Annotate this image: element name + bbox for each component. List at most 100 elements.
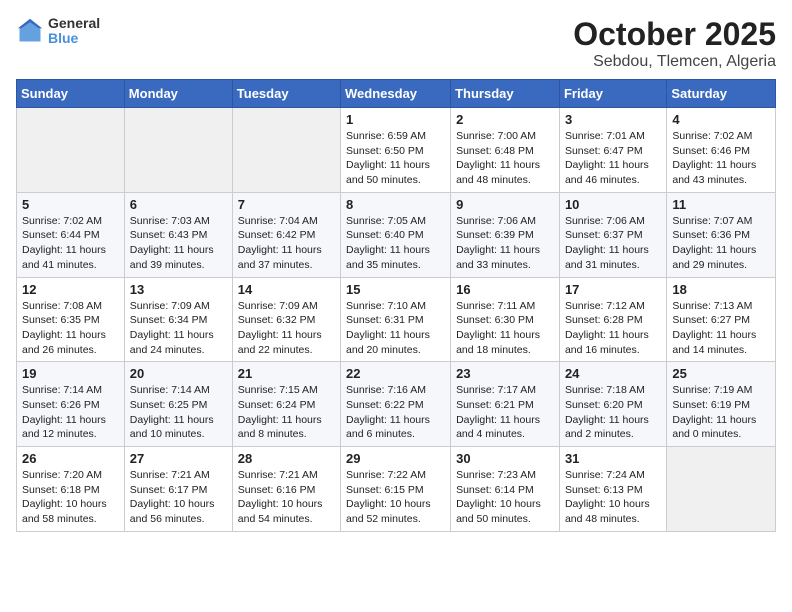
day-number: 1 [346,112,445,127]
day-info: Sunrise: 6:59 AM Sunset: 6:50 PM Dayligh… [346,129,445,188]
day-number: 30 [456,451,554,466]
day-number: 25 [672,366,770,381]
day-info: Sunrise: 7:12 AM Sunset: 6:28 PM Dayligh… [565,299,661,358]
calendar-cell [17,108,125,193]
calendar-cell: 26 Sunrise: 7:20 AM Sunset: 6:18 PM Dayli… [17,447,125,532]
weekday-header: Sunday [17,80,125,108]
calendar-cell: 14Sunrise: 7:09 AM Sunset: 6:32 PM Dayli… [232,277,340,362]
day-number: 6 [130,197,227,212]
day-info: Sunrise: 7:00 AM Sunset: 6:48 PM Dayligh… [456,129,554,188]
calendar-title: October 2025 [573,16,776,53]
day-info: Sunrise: 7:02 AM Sunset: 6:44 PM Dayligh… [22,214,119,273]
day-info: Sunrise: 7:09 AM Sunset: 6:34 PM Dayligh… [130,299,227,358]
calendar-cell: 18Sunrise: 7:13 AM Sunset: 6:27 PM Dayli… [667,277,776,362]
calendar-cell: 30 Sunrise: 7:23 AM Sunset: 6:14 PM Dayli… [451,447,560,532]
calendar-cell: 23 Sunrise: 7:17 AM Sunset: 6:21 PM Dayli… [451,362,560,447]
day-info: Sunrise: 7:14 AM Sunset: 6:25 PM Dayligh… [130,383,227,442]
calendar-cell: 11Sunrise: 7:07 AM Sunset: 6:36 PM Dayli… [667,192,776,277]
day-info: Sunrise: 7:20 AM Sunset: 6:18 PM Dayligh… [22,468,119,527]
day-info: Sunrise: 7:03 AM Sunset: 6:43 PM Dayligh… [130,214,227,273]
calendar-cell: 21Sunrise: 7:15 AM Sunset: 6:24 PM Dayli… [232,362,340,447]
logo: General Blue [16,16,100,47]
calendar-cell: 6 Sunrise: 7:03 AM Sunset: 6:43 PM Daylig… [124,192,232,277]
day-number: 23 [456,366,554,381]
day-number: 18 [672,282,770,297]
day-number: 17 [565,282,661,297]
day-info: Sunrise: 7:19 AM Sunset: 6:19 PM Dayligh… [672,383,770,442]
day-info: Sunrise: 7:14 AM Sunset: 6:26 PM Dayligh… [22,383,119,442]
calendar-cell: 25 Sunrise: 7:19 AM Sunset: 6:19 PM Dayli… [667,362,776,447]
weekday-header-row: SundayMondayTuesdayWednesdayThursdayFrid… [17,80,776,108]
day-number: 24 [565,366,661,381]
day-number: 28 [238,451,335,466]
calendar-cell: 10 Sunrise: 7:06 AM Sunset: 6:37 PM Dayli… [559,192,666,277]
day-info: Sunrise: 7:01 AM Sunset: 6:47 PM Dayligh… [565,129,661,188]
day-info: Sunrise: 7:24 AM Sunset: 6:13 PM Dayligh… [565,468,661,527]
day-info: Sunrise: 7:09 AM Sunset: 6:32 PM Dayligh… [238,299,335,358]
calendar-table: SundayMondayTuesdayWednesdayThursdayFrid… [16,79,776,532]
day-info: Sunrise: 7:15 AM Sunset: 6:24 PM Dayligh… [238,383,335,442]
calendar-cell: 12 Sunrise: 7:08 AM Sunset: 6:35 PM Dayli… [17,277,125,362]
logo-icon [16,17,44,45]
day-info: Sunrise: 7:18 AM Sunset: 6:20 PM Dayligh… [565,383,661,442]
day-info: Sunrise: 7:05 AM Sunset: 6:40 PM Dayligh… [346,214,445,273]
day-number: 9 [456,197,554,212]
day-number: 13 [130,282,227,297]
calendar-cell: 28Sunrise: 7:21 AM Sunset: 6:16 PM Dayli… [232,447,340,532]
calendar-week-row: 5 Sunrise: 7:02 AM Sunset: 6:44 PM Daylig… [17,192,776,277]
calendar-cell: 8Sunrise: 7:05 AM Sunset: 6:40 PM Daylig… [341,192,451,277]
day-info: Sunrise: 7:08 AM Sunset: 6:35 PM Dayligh… [22,299,119,358]
day-info: Sunrise: 7:06 AM Sunset: 6:39 PM Dayligh… [456,214,554,273]
day-info: Sunrise: 7:21 AM Sunset: 6:17 PM Dayligh… [130,468,227,527]
weekday-header: Friday [559,80,666,108]
calendar-cell: 31Sunrise: 7:24 AM Sunset: 6:13 PM Dayli… [559,447,666,532]
logo-line2: Blue [48,31,100,46]
day-number: 22 [346,366,445,381]
logo-text: General Blue [48,16,100,47]
day-number: 16 [456,282,554,297]
calendar-cell: 24 Sunrise: 7:18 AM Sunset: 6:20 PM Dayli… [559,362,666,447]
weekday-header: Wednesday [341,80,451,108]
calendar-cell: 9 Sunrise: 7:06 AM Sunset: 6:39 PM Daylig… [451,192,560,277]
day-number: 27 [130,451,227,466]
calendar-cell: 19Sunrise: 7:14 AM Sunset: 6:26 PM Dayli… [17,362,125,447]
day-number: 20 [130,366,227,381]
calendar-cell: 16 Sunrise: 7:11 AM Sunset: 6:30 PM Dayli… [451,277,560,362]
title-block: October 2025 Sebdou, Tlemcen, Algeria [573,16,776,71]
day-info: Sunrise: 7:23 AM Sunset: 6:14 PM Dayligh… [456,468,554,527]
calendar-cell: 3 Sunrise: 7:01 AM Sunset: 6:47 PM Daylig… [559,108,666,193]
calendar-week-row: 26 Sunrise: 7:20 AM Sunset: 6:18 PM Dayli… [17,447,776,532]
day-info: Sunrise: 7:10 AM Sunset: 6:31 PM Dayligh… [346,299,445,358]
day-info: Sunrise: 7:17 AM Sunset: 6:21 PM Dayligh… [456,383,554,442]
day-number: 26 [22,451,119,466]
calendar-week-row: 12 Sunrise: 7:08 AM Sunset: 6:35 PM Dayli… [17,277,776,362]
calendar-cell: 5 Sunrise: 7:02 AM Sunset: 6:44 PM Daylig… [17,192,125,277]
weekday-header: Thursday [451,80,560,108]
calendar-cell: 17 Sunrise: 7:12 AM Sunset: 6:28 PM Dayli… [559,277,666,362]
calendar-cell: 7Sunrise: 7:04 AM Sunset: 6:42 PM Daylig… [232,192,340,277]
day-number: 3 [565,112,661,127]
calendar-cell [232,108,340,193]
day-number: 5 [22,197,119,212]
day-info: Sunrise: 7:02 AM Sunset: 6:46 PM Dayligh… [672,129,770,188]
calendar-cell: 27 Sunrise: 7:21 AM Sunset: 6:17 PM Dayli… [124,447,232,532]
day-info: Sunrise: 7:16 AM Sunset: 6:22 PM Dayligh… [346,383,445,442]
weekday-header: Monday [124,80,232,108]
calendar-cell: 13 Sunrise: 7:09 AM Sunset: 6:34 PM Dayli… [124,277,232,362]
calendar-cell [667,447,776,532]
day-info: Sunrise: 7:07 AM Sunset: 6:36 PM Dayligh… [672,214,770,273]
calendar-cell: 15 Sunrise: 7:10 AM Sunset: 6:31 PM Dayli… [341,277,451,362]
day-info: Sunrise: 7:22 AM Sunset: 6:15 PM Dayligh… [346,468,445,527]
day-number: 10 [565,197,661,212]
day-number: 7 [238,197,335,212]
calendar-cell: 20 Sunrise: 7:14 AM Sunset: 6:25 PM Dayli… [124,362,232,447]
day-number: 2 [456,112,554,127]
page-header: General Blue October 2025 Sebdou, Tlemce… [16,16,776,71]
day-number: 15 [346,282,445,297]
calendar-subtitle: Sebdou, Tlemcen, Algeria [573,53,776,71]
calendar-cell: 4Sunrise: 7:02 AM Sunset: 6:46 PM Daylig… [667,108,776,193]
day-number: 12 [22,282,119,297]
calendar-week-row: 19Sunrise: 7:14 AM Sunset: 6:26 PM Dayli… [17,362,776,447]
day-info: Sunrise: 7:06 AM Sunset: 6:37 PM Dayligh… [565,214,661,273]
day-info: Sunrise: 7:11 AM Sunset: 6:30 PM Dayligh… [456,299,554,358]
